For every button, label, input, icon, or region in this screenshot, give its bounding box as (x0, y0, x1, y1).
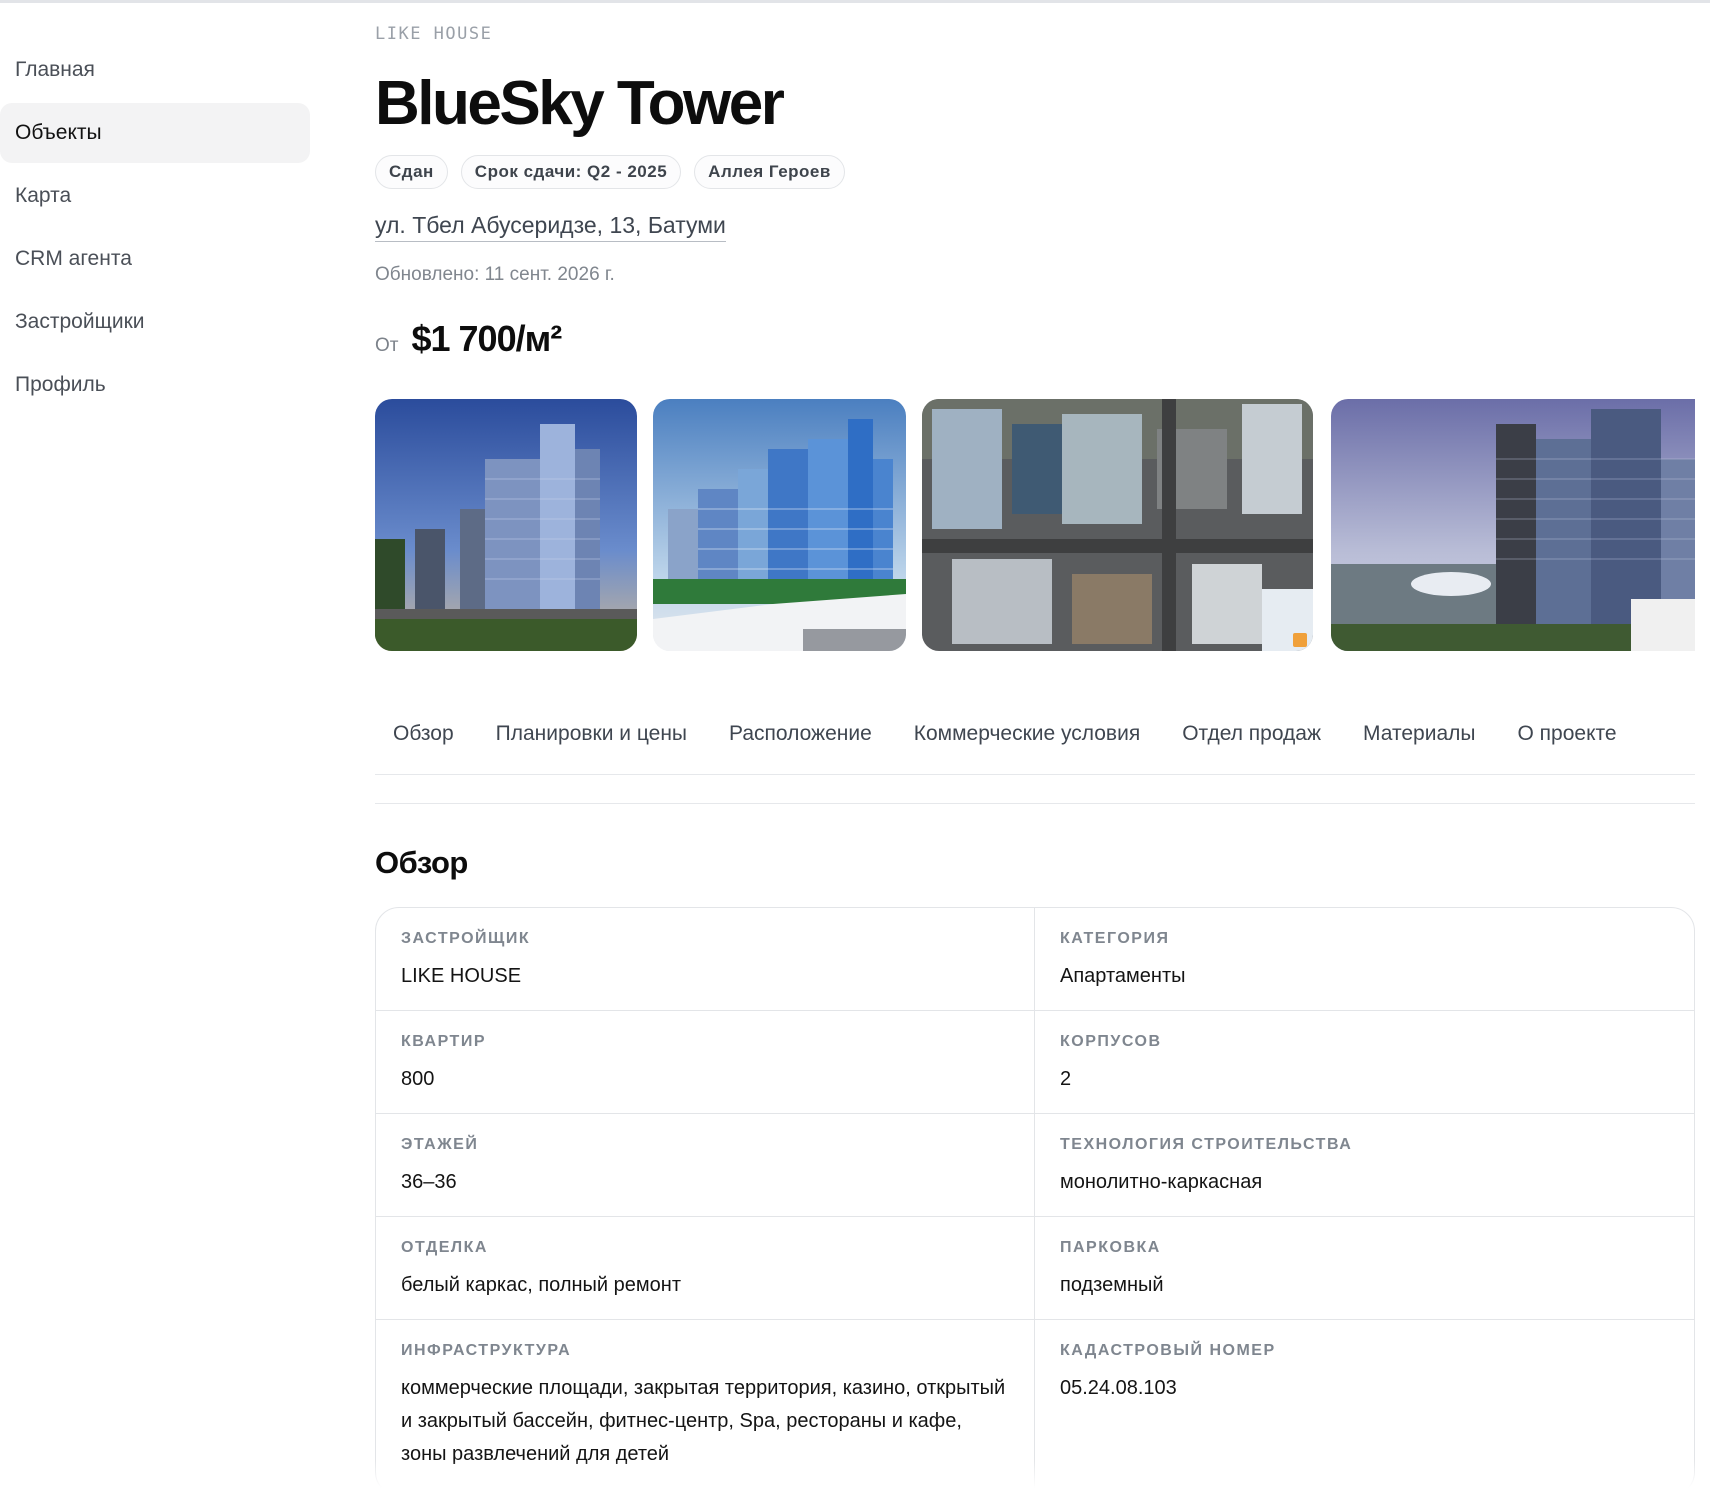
field-label: КОРПУСОВ (1060, 1033, 1162, 1050)
overview-cell-finishing: ОТДЕЛКА белый каркас, полный ремонт (376, 1217, 1035, 1320)
bottom-fade (0, 1460, 1710, 1488)
overview-heading: Обзор (375, 845, 468, 880)
page-title: BlueSky Tower (375, 69, 785, 138)
field-label: КАДАСТРОВЫЙ НОМЕР (1060, 1342, 1276, 1359)
field-value: 36–36 (401, 1171, 457, 1193)
address-link[interactable]: ул. Тбел Абусеридзе, 13, Батуми (375, 212, 726, 242)
tab-about[interactable]: О проекте (1499, 700, 1634, 774)
price-value: $1 700/м² (411, 318, 562, 359)
sidebar-item-map[interactable]: Карта (0, 166, 310, 226)
tab-sales-office[interactable]: Отдел продаж (1164, 700, 1339, 774)
tower-render-2 (653, 399, 906, 651)
field-value: LIKE HOUSE (401, 965, 522, 987)
deadline-badge: Срок сдачи: Q2 - 2025 (460, 155, 682, 189)
overview-cell-buildings: КОРПУСОВ 2 (1035, 1011, 1694, 1114)
overview-table: ЗАСТРОЙЩИК LIKE HOUSE КАТЕГОРИЯ Апартаме… (375, 907, 1695, 1488)
tag-list: Сдан Срок сдачи: Q2 - 2025 Аллея Героев (375, 155, 845, 189)
sidebar: Главная Объекты Карта CRM агента Застрой… (0, 40, 310, 418)
overview-cell-category: КАТЕГОРИЯ Апартаменты (1035, 908, 1694, 1011)
sidebar-item-crm[interactable]: CRM агента (0, 229, 310, 289)
field-value: белый каркас, полный ремонт (401, 1274, 681, 1296)
tab-location[interactable]: Расположение (711, 700, 890, 774)
overview-cell-parking: ПАРКОВКА подземный (1035, 1217, 1694, 1320)
field-value: 800 (401, 1068, 435, 1090)
field-label: КАТЕГОРИЯ (1060, 930, 1170, 947)
field-label: КВАРТИР (401, 1033, 486, 1050)
gallery-photo[interactable] (653, 399, 906, 651)
price-prefix: От (375, 335, 399, 356)
field-label: ОТДЕЛКА (401, 1239, 488, 1256)
field-value: 2 (1060, 1068, 1072, 1090)
gallery-photo[interactable] (922, 399, 1313, 651)
section-divider (375, 803, 1695, 804)
field-label: ЗАСТРОЙЩИК (401, 930, 531, 947)
overview-cell-developer: ЗАСТРОЙЩИК LIKE HOUSE (376, 908, 1035, 1011)
sidebar-item-developers[interactable]: Застройщики (0, 292, 310, 352)
overview-cell-technology: ТЕХНОЛОГИЯ СТРОИТЕЛЬСТВА монолитно-карка… (1035, 1114, 1694, 1217)
overview-cell-floors: ЭТАЖЕЙ 36–36 (376, 1114, 1035, 1217)
price-block: От $1 700/м² (375, 318, 562, 360)
tower-render-3 (1331, 399, 1695, 651)
aerial-view (922, 399, 1313, 651)
field-value: монолитно-каркасная (1060, 1171, 1263, 1193)
tower-render-1 (375, 399, 637, 651)
gallery-photo[interactable] (375, 399, 637, 651)
field-label: ЭТАЖЕЙ (401, 1136, 479, 1153)
tab-materials[interactable]: Материалы (1345, 700, 1493, 774)
developer-eyebrow: LIKE HOUSE (375, 24, 493, 44)
overview-cell-apartments: КВАРТИР 800 (376, 1011, 1035, 1114)
expand-icon[interactable] (1293, 633, 1307, 647)
sidebar-item-home[interactable]: Главная (0, 40, 310, 100)
district-badge: Аллея Героев (694, 155, 845, 189)
sidebar-item-objects[interactable]: Объекты (0, 103, 310, 163)
field-value: коммерческие площади, закрытая территори… (401, 1377, 1006, 1465)
field-value: Апартаменты (1060, 965, 1186, 987)
tab-layouts-prices[interactable]: Планировки и цены (478, 700, 705, 774)
field-label: ТЕХНОЛОГИЯ СТРОИТЕЛЬСТВА (1060, 1136, 1353, 1153)
field-label: ПАРКОВКА (1060, 1239, 1161, 1256)
field-value: подземный (1060, 1274, 1164, 1296)
gallery-photo[interactable] (1331, 399, 1695, 651)
tab-overview[interactable]: Обзор (375, 700, 472, 774)
updated-date: Обновлено: 11 сент. 2026 г. (375, 264, 615, 285)
top-border (0, 0, 1710, 3)
status-badge: Сдан (375, 155, 448, 189)
sidebar-item-profile[interactable]: Профиль (0, 355, 310, 415)
field-value: 05.24.08.103 (1060, 1377, 1177, 1399)
photo-gallery (375, 399, 1695, 651)
tab-bar: Обзор Планировки и цены Расположение Ком… (375, 700, 1695, 775)
tab-commercial-terms[interactable]: Коммерческие условия (896, 700, 1158, 774)
field-label: ИНФРАСТРУКТУРА (401, 1342, 572, 1359)
